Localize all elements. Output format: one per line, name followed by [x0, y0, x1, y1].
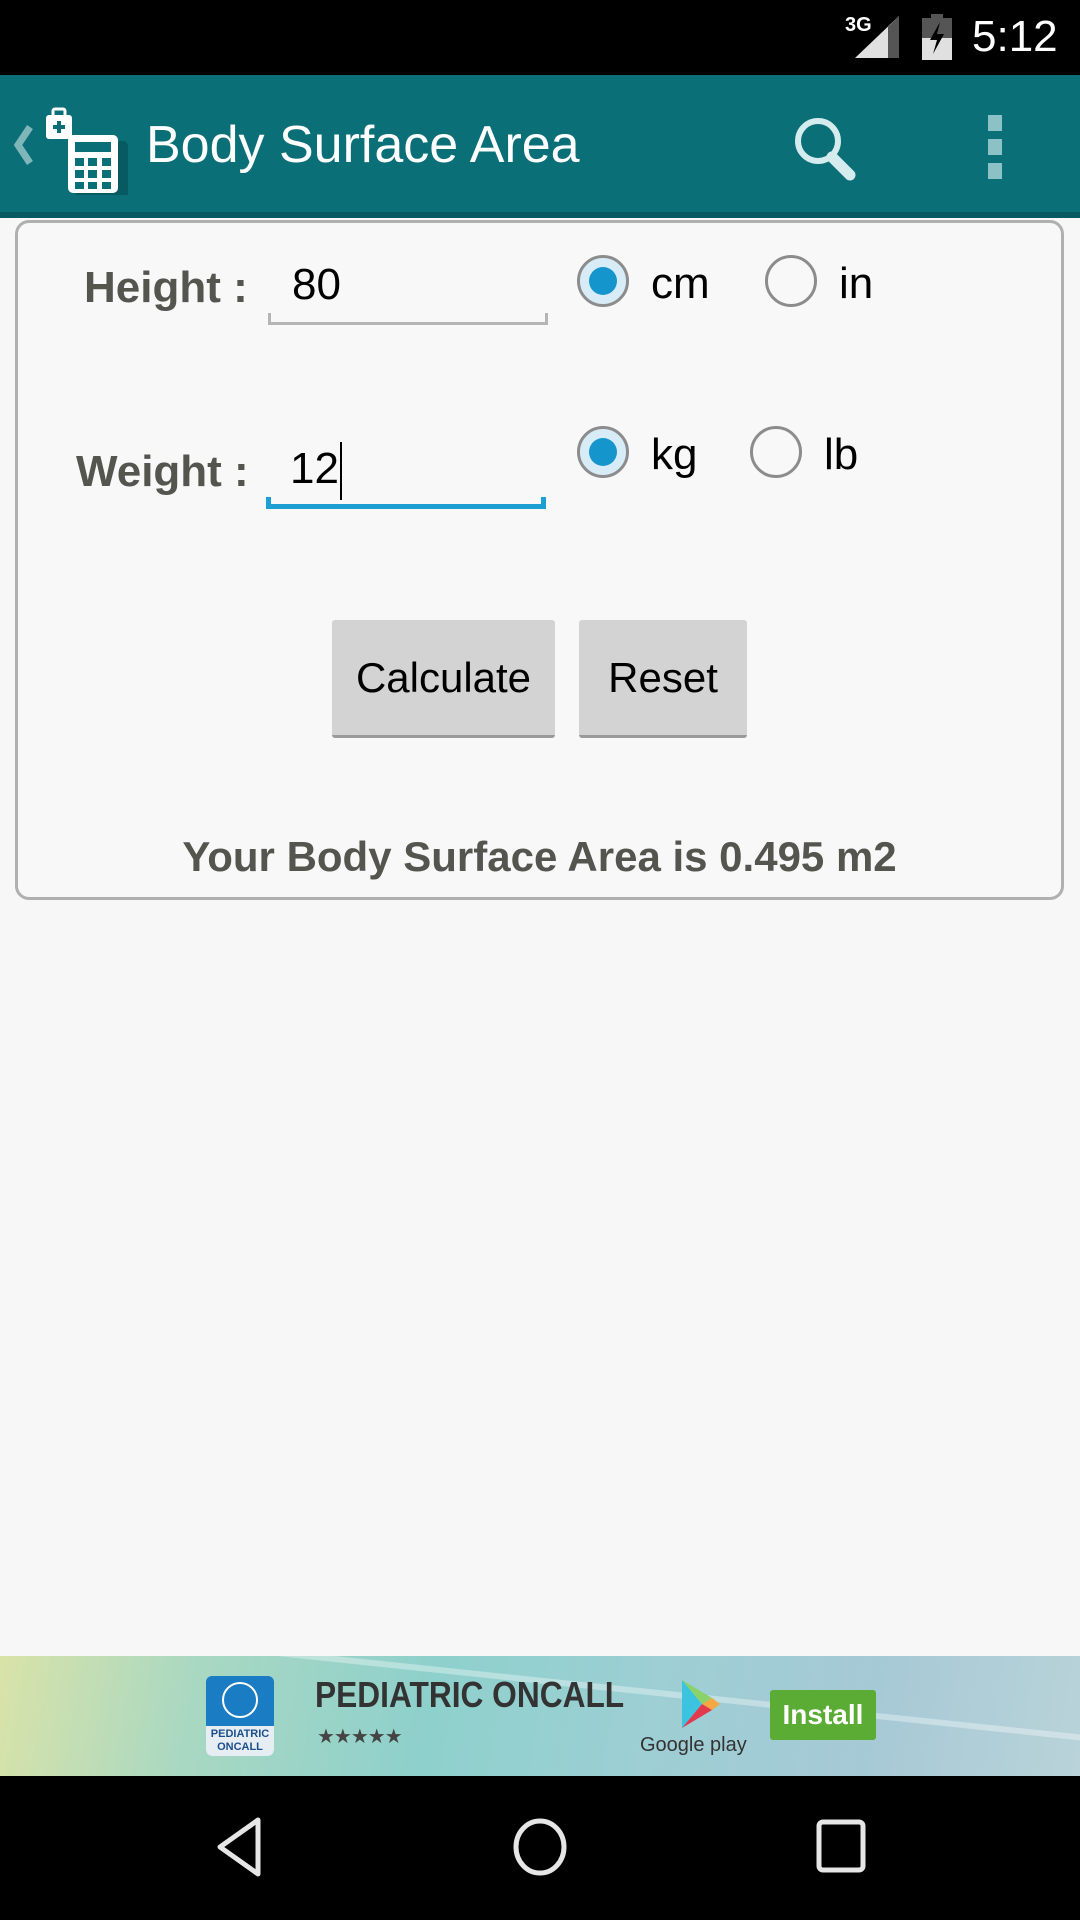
- up-chevron-icon[interactable]: [10, 123, 36, 167]
- weight-input-underline: [266, 497, 546, 509]
- status-bar: 3G 5:12: [0, 0, 1080, 75]
- height-value: 80: [292, 260, 341, 309]
- battery-charging-icon: [922, 14, 952, 60]
- height-label: Height :: [84, 263, 248, 312]
- navigation-bar: [0, 1776, 1080, 1920]
- radio-cm[interactable]: [577, 255, 629, 307]
- radio-in[interactable]: [765, 255, 817, 307]
- calculator-medical-logo[interactable]: [44, 105, 134, 195]
- weight-label: Weight :: [76, 447, 249, 496]
- google-play-label: Google play: [640, 1734, 747, 1756]
- bsa-result-text: Your Body Surface Area is 0.495 m2: [182, 833, 897, 880]
- radio-kg[interactable]: [577, 426, 629, 478]
- weight-input[interactable]: 12: [266, 429, 546, 509]
- bsa-form-card: Height : 80 cm in Weight : 12 kg lb Calc…: [15, 220, 1064, 900]
- overflow-menu-icon[interactable]: [978, 113, 1014, 181]
- page-title: Body Surface Area: [146, 116, 580, 174]
- ad-app-icon[interactable]: PEDIATRIC ONCALL: [206, 1676, 274, 1756]
- google-play-icon: [682, 1680, 720, 1728]
- calculate-button[interactable]: Calculate: [332, 620, 555, 738]
- text-caret: [339, 442, 342, 501]
- ad-icon-label: PEDIATRIC ONCALL: [206, 1726, 274, 1756]
- ad-icon-emblem: [222, 1682, 258, 1718]
- weight-value: 12: [290, 444, 339, 493]
- signal-icon: [855, 16, 899, 58]
- radio-lb[interactable]: [750, 426, 802, 478]
- ad-rating-stars: ★★★★★: [317, 1726, 403, 1748]
- ad-banner[interactable]: PEDIATRIC ONCALL PEDIATRIC ONCALL ★★★★★ …: [0, 1656, 1080, 1776]
- clock: 5:12: [972, 12, 1058, 61]
- back-icon[interactable]: [206, 1812, 276, 1882]
- search-icon[interactable]: [788, 113, 864, 183]
- height-input[interactable]: 80: [268, 245, 548, 325]
- action-bar: Body Surface Area: [0, 75, 1080, 218]
- radio-cm-label[interactable]: cm: [651, 259, 710, 309]
- ad-title[interactable]: PEDIATRIC ONCALL: [315, 1674, 624, 1716]
- radio-lb-label[interactable]: lb: [824, 430, 858, 480]
- reset-button[interactable]: Reset: [579, 620, 747, 738]
- recents-icon[interactable]: [806, 1812, 876, 1882]
- height-input-underline: [268, 313, 548, 325]
- ad-install-button[interactable]: Install: [770, 1690, 876, 1740]
- radio-in-label[interactable]: in: [839, 259, 873, 309]
- home-icon[interactable]: [505, 1812, 575, 1882]
- radio-kg-label[interactable]: kg: [651, 430, 697, 480]
